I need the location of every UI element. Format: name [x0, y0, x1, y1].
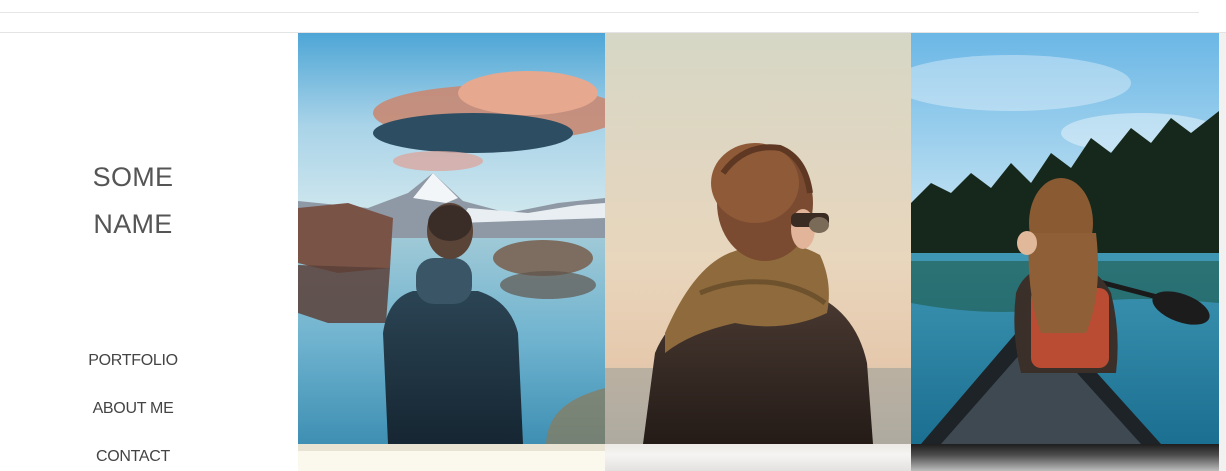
gallery-photo-woman-scarf[interactable] [605, 33, 912, 444]
nav-link-contact[interactable]: CONTACT [0, 447, 266, 467]
photo-canoe-image [911, 33, 1219, 444]
photo-woman-scarf-image [605, 33, 912, 444]
portfolio-gallery [298, 33, 1219, 471]
gallery-photo-mountain-lake[interactable] [298, 33, 605, 444]
sidebar: SOME NAME PORTFOLIO ABOUT ME CONTACT [0, 33, 298, 471]
site-title-line-1[interactable]: SOME [0, 161, 266, 193]
photo-mountain-lake-image [298, 33, 605, 444]
gallery-photo-canoe[interactable] [911, 33, 1219, 444]
page-scrollbar[interactable] [1219, 33, 1226, 471]
nav-link-portfolio[interactable]: PORTFOLIO [0, 351, 266, 371]
gallery-row2-photo-1-edge[interactable] [298, 444, 605, 471]
site-title-line-2[interactable]: NAME [0, 208, 266, 240]
top-rule [0, 12, 1199, 13]
nav-link-about-me[interactable]: ABOUT ME [0, 399, 266, 419]
gallery-row2-photo-3-edge[interactable] [911, 444, 1219, 471]
gallery-row2-photo-2-edge[interactable] [605, 444, 911, 471]
